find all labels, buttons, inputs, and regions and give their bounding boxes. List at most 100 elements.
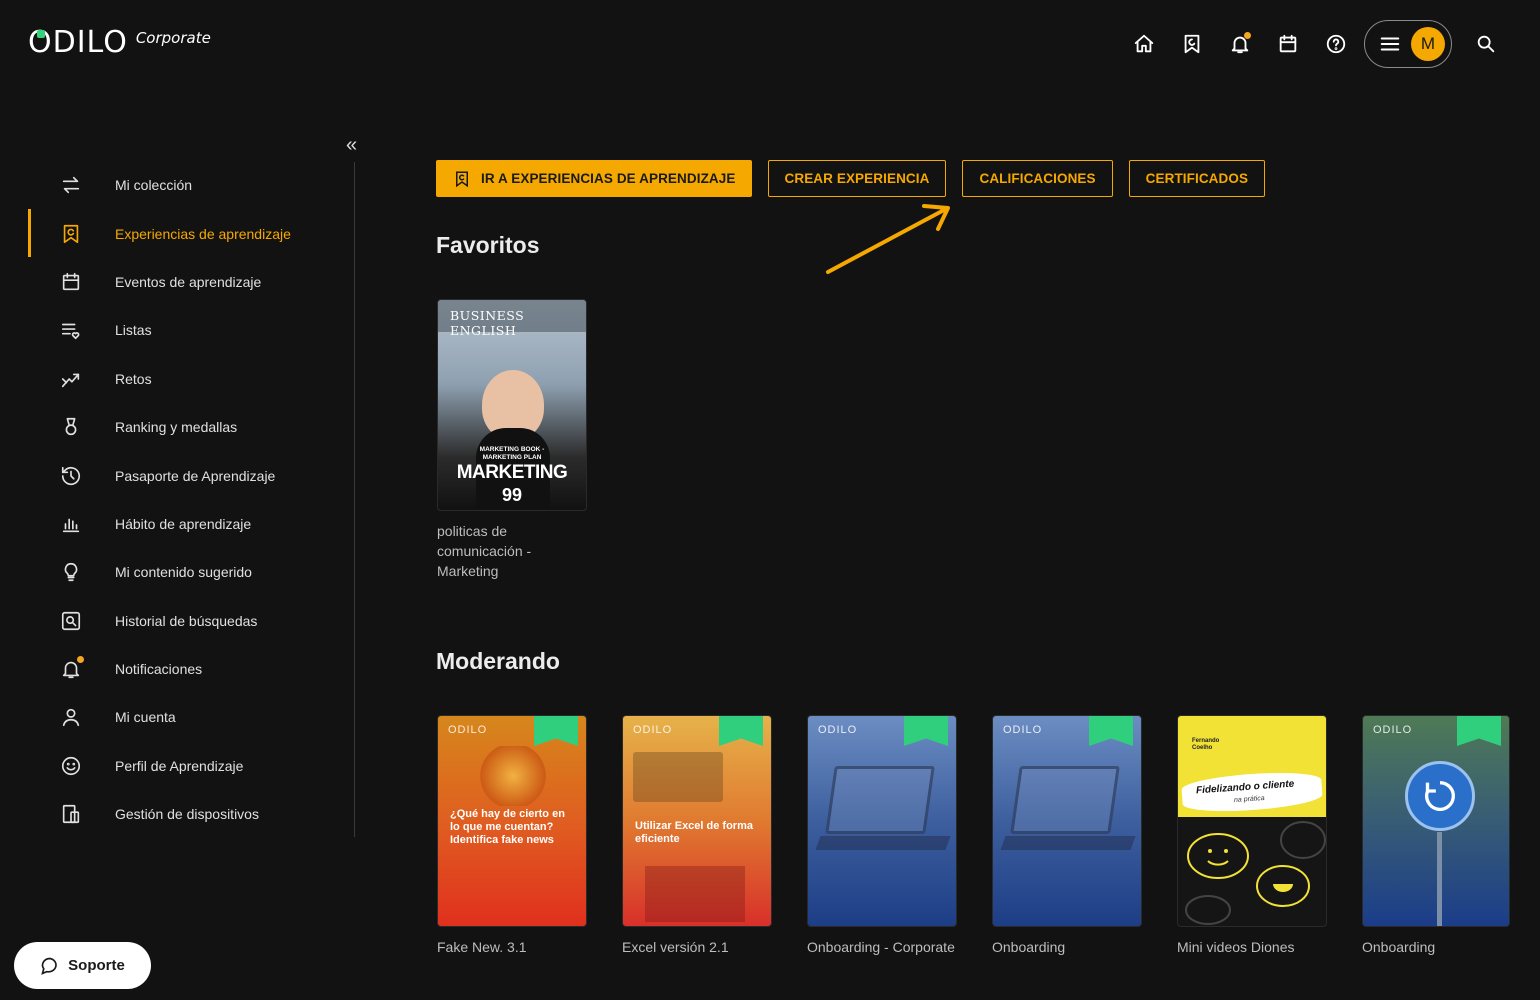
card-cover: ODILO Utilizar Excel de forma eficiente [622,715,772,927]
sidebar: Mi colección Experiencias de aprendizaje… [0,161,350,838]
bell-icon[interactable] [1216,20,1264,68]
sidebar-item-perfil[interactable]: Perfil de Aprendizaje [0,742,350,790]
user-menu-button[interactable]: M [1364,20,1452,68]
search-history-icon [60,610,82,632]
calendar-icon[interactable] [1264,20,1312,68]
content-card[interactable]: ODILO Onboarding [1362,715,1512,957]
sidebar-item-retos[interactable]: Retos [0,355,350,403]
sidebar-item-label: Listas [115,322,152,339]
roundabout-sign-icon [1425,781,1455,811]
sidebar-item-label: Eventos de aprendizaje [115,273,262,290]
odilo-brand-mark: ODILO [448,724,488,736]
card-cover: ODILO [807,715,957,927]
bell-icon [60,656,84,680]
smile-icon [60,755,82,777]
header-toolbar: M [1120,20,1510,68]
sidebar-item-coleccion[interactable]: Mi colección [0,161,350,209]
cover-text: Utilizar Excel de forma eficiente [635,820,753,845]
odilo-brand-mark: ODILO [633,724,673,736]
content-card[interactable]: ODILO Onboarding [992,715,1142,957]
cover-text: ¿Qué hay de cierto en lo que me cuentan?… [450,808,565,846]
home-icon[interactable] [1120,20,1168,68]
sidebar-item-label: Mi cuenta [115,709,176,726]
grades-button[interactable]: CALIFICACIONES [962,160,1113,197]
card-title: Excel versión 2.1 [622,939,729,955]
sidebar-item-listas[interactable]: Listas [0,306,350,354]
action-bar: IR A EXPERIENCIAS DE APRENDIZAJE CREAR E… [436,160,1281,197]
sidebar-item-sugerido[interactable]: Mi contenido sugerido [0,548,350,596]
chat-bubble-icon [41,957,57,975]
sidebar-item-cuenta[interactable]: Mi cuenta [0,693,350,741]
sidebar-item-experiencias[interactable]: Experiencias de aprendizaje [0,209,350,258]
lightbulb-icon [60,561,82,583]
sidebar-item-label: Notificaciones [115,661,203,678]
odilo-logo[interactable]: ODILO Corporate [28,26,211,60]
sidebar-item-dispositivos[interactable]: Gestión de dispositivos [0,790,350,838]
sidebar-item-habito[interactable]: Hábito de aprendizaje [0,500,350,548]
search-icon[interactable] [1462,20,1510,68]
odilo-brand-mark: ODILO [1003,724,1043,736]
content-card[interactable]: BUSINESS ENGLISH MARKETING BOOK - MARKET… [437,299,587,581]
card-cover: ODILO [1362,715,1510,927]
sidebar-divider [354,162,355,837]
sidebar-item-label: Experiencias de aprendizaje [115,225,291,242]
bar-chart-icon [60,513,82,535]
favorites-title: Favoritos [436,232,540,258]
sidebar-item-eventos[interactable]: Eventos de aprendizaje [0,258,350,306]
card-title: Onboarding [992,939,1066,955]
challenge-icon [60,368,82,390]
bookmark-ribbon [534,716,578,746]
sidebar-item-label: Gestión de dispositivos [115,806,259,823]
sidebar-item-label: Perfil de Aprendizaje [115,757,244,774]
devices-icon [60,803,82,825]
logo-wordmark: ODILO [28,25,128,60]
bookmark-ribbon [1089,716,1133,746]
cover-top-text: BUSINESS ENGLISH [450,308,525,338]
sidebar-item-ranking[interactable]: Ranking y medallas [0,403,350,451]
avatar: M [1411,27,1445,61]
bookmark-ribbon [719,716,763,746]
card-cover: BUSINESS ENGLISH MARKETING BOOK - MARKET… [437,299,587,511]
cover-number-text: 99 [501,485,523,505]
certificates-button[interactable]: CERTIFICADOS [1128,160,1266,197]
content-card[interactable]: ODILO ¿Qué hay de cierto en lo que me cu… [437,715,587,957]
calendar-icon [60,271,82,293]
content-card[interactable]: ODILO Utilizar Excel de forma eficiente … [622,715,772,957]
swap-icon [60,174,82,196]
logo-subtitle: Corporate [135,29,211,47]
card-title: Fake New. 3.1 [437,939,527,955]
medal-icon [60,416,82,438]
learning-bookmark-icon [456,171,468,187]
sidebar-item-historial[interactable]: Historial de búsquedas [0,597,350,645]
cover-sub-text: MARKETING BOOK - MARKETING PLAN [479,446,545,461]
sidebar-item-label: Mi contenido sugerido [115,564,252,581]
sidebar-item-label: Historial de búsquedas [115,612,258,629]
collapse-sidebar-button[interactable]: « [346,134,357,157]
create-experience-button[interactable]: CREAR EXPERIENCIA [767,160,947,197]
content-card[interactable]: Fernando Coelho Fidelizando o cliente na… [1177,715,1327,957]
learning-bookmark-icon [60,223,82,245]
content-card[interactable]: ODILO Onboarding - Corporate [807,715,957,957]
notification-dot [77,656,84,664]
card-cover: Fernando Coelho Fidelizando o cliente na… [1177,715,1327,927]
cover-author: Fernando Coelho [1192,738,1220,751]
card-cover: ODILO [992,715,1142,927]
odilo-brand-mark: ODILO [818,724,858,736]
sidebar-item-label: Pasaporte de Aprendizaje [115,467,276,484]
help-icon[interactable] [1312,20,1360,68]
sidebar-item-notificaciones[interactable]: Notificaciones [0,645,350,693]
speech-bubbles-icon [1185,821,1326,925]
moderating-title: Moderando [436,648,560,674]
bookmark-icon[interactable] [1168,20,1216,68]
sidebar-item-pasaporte[interactable]: Pasaporte de Aprendizaje [0,451,350,499]
support-button[interactable]: Soporte [14,942,151,989]
card-title: Mini videos Diones [1177,939,1295,955]
go-experiences-label: IR A EXPERIENCIAS DE APRENDIZAJE [481,171,736,186]
menu-icon [1380,37,1400,51]
odilo-brand-mark: ODILO [1373,724,1413,736]
sidebar-item-label: Hábito de aprendizaje [115,515,252,532]
card-title: Onboarding - Corporate [807,939,955,955]
card-title: politicas de comunicación - Marketing [437,523,532,579]
sidebar-item-label: Mi colección [115,177,193,194]
go-experiences-button[interactable]: IR A EXPERIENCIAS DE APRENDIZAJE [436,160,752,197]
